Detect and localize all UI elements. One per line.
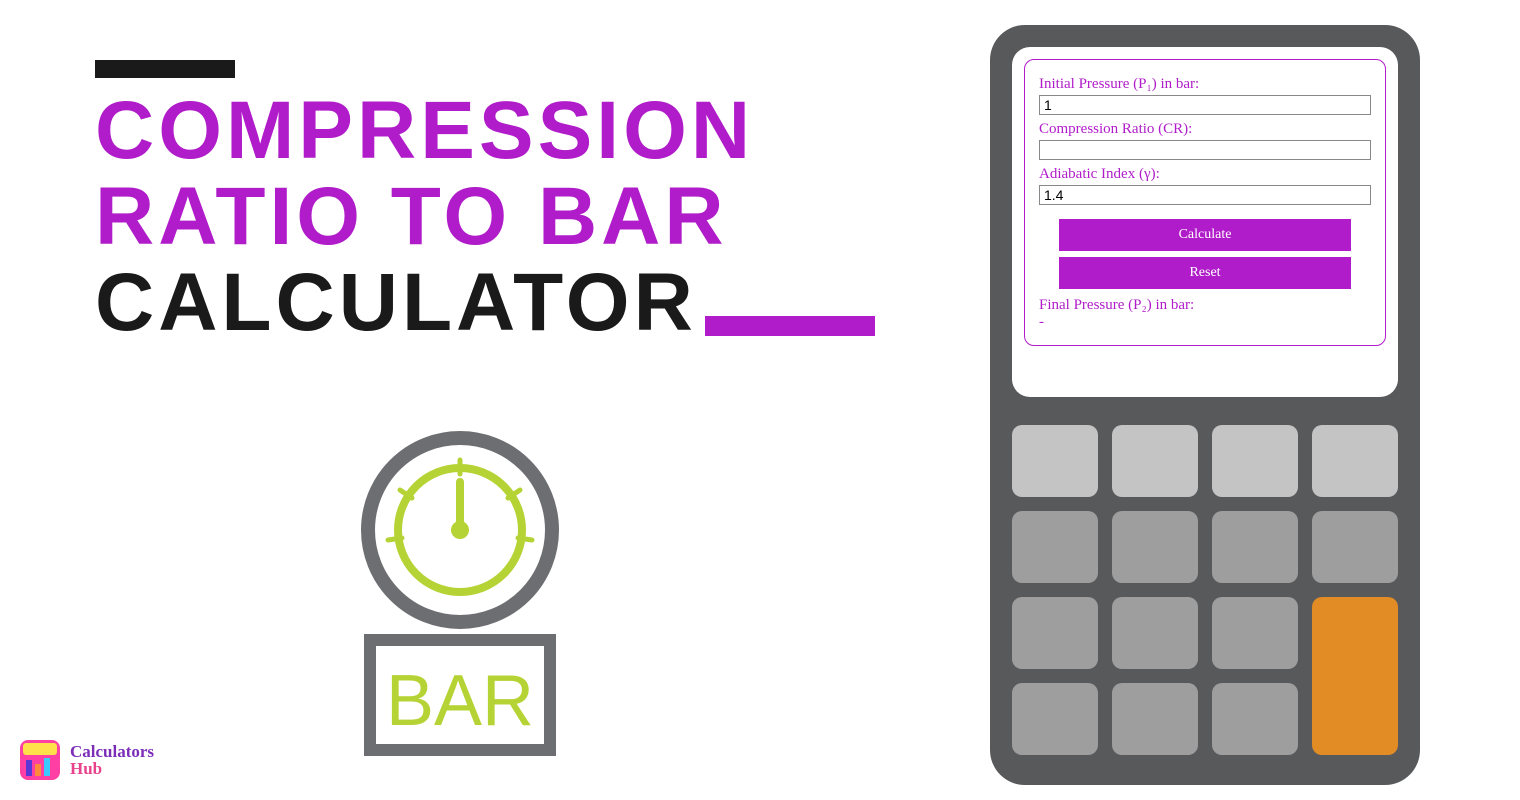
calculate-button[interactable]: Calculate <box>1059 219 1351 251</box>
logo-text: Calculators Hub <box>70 743 154 777</box>
keypad-key[interactable] <box>1112 683 1198 755</box>
gauge-label: BAR <box>386 661 534 741</box>
calculator-screen: Initial Pressure (P₁) in bar: Compressio… <box>1012 47 1398 397</box>
title-bottom-bar <box>705 316 875 336</box>
gamma-label: Adiabatic Index (γ): <box>1039 166 1371 183</box>
cr-input[interactable] <box>1039 140 1371 160</box>
keypad-key[interactable] <box>1112 597 1198 669</box>
pressure-gauge-icon: BAR <box>330 430 590 770</box>
keypad-key[interactable] <box>1112 425 1198 497</box>
gamma-input[interactable] <box>1039 185 1371 205</box>
keypad-key[interactable] <box>1212 597 1298 669</box>
title-line-2: RATIO TO BAR <box>95 174 915 260</box>
keypad-key[interactable] <box>1112 511 1198 583</box>
cr-label: Compression Ratio (CR): <box>1039 121 1371 138</box>
logo-word-2: Hub <box>70 760 154 777</box>
logo-word-1: Calculators <box>70 743 154 760</box>
keypad-key[interactable] <box>1012 511 1098 583</box>
keypad-key[interactable] <box>1312 425 1398 497</box>
result-label: Final Pressure (P₂) in bar: <box>1039 297 1371 314</box>
page-title-block: COMPRESSION RATIO TO BAR CALCULATOR <box>95 60 915 346</box>
keypad-key[interactable] <box>1212 683 1298 755</box>
keypad-key[interactable] <box>1012 683 1098 755</box>
p1-input[interactable] <box>1039 95 1371 115</box>
gauge-illustration: BAR <box>330 430 590 775</box>
calculator-form: Initial Pressure (P₁) in bar: Compressio… <box>1024 59 1386 346</box>
keypad-key[interactable] <box>1212 425 1298 497</box>
keypad-key[interactable] <box>1312 511 1398 583</box>
keypad-key[interactable] <box>1012 597 1098 669</box>
keypad-key[interactable] <box>1212 511 1298 583</box>
calculator-device: Initial Pressure (P₁) in bar: Compressio… <box>990 25 1420 785</box>
calculator-keypad <box>1012 425 1398 755</box>
brand-logo: Calculators Hub <box>18 738 154 782</box>
p1-label: Initial Pressure (P₁) in bar: <box>1039 76 1371 93</box>
title-top-bar <box>95 60 235 78</box>
title-line-3: CALCULATOR <box>95 257 697 348</box>
logo-icon <box>18 738 62 782</box>
reset-button[interactable]: Reset <box>1059 257 1351 289</box>
keypad-key[interactable] <box>1012 425 1098 497</box>
result-value: - <box>1039 314 1371 331</box>
keypad-key-enter[interactable] <box>1312 597 1398 755</box>
title-line-1: COMPRESSION <box>95 88 915 174</box>
